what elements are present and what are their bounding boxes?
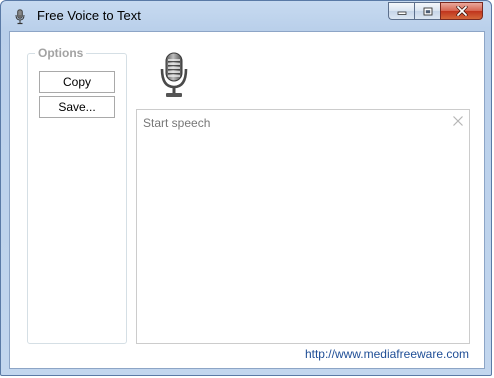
window-title: Free Voice to Text: [37, 8, 141, 23]
speech-text-area[interactable]: Start speech: [136, 109, 470, 344]
minimize-button[interactable]: [388, 2, 414, 20]
clear-icon[interactable]: [453, 116, 463, 126]
close-button[interactable]: [440, 2, 483, 20]
maximize-button[interactable]: [414, 2, 440, 20]
options-legend: Options: [35, 46, 87, 60]
title-bar[interactable]: Free Voice to Text: [1, 1, 491, 31]
options-group: Options Copy Save...: [27, 46, 127, 344]
minimize-icon: [397, 11, 406, 15]
microphone-icon[interactable]: [158, 51, 190, 99]
client-area: Options Copy Save... Start speech http:/…: [9, 31, 485, 369]
speech-placeholder: Start speech: [143, 116, 211, 130]
copy-button[interactable]: Copy: [39, 71, 115, 93]
save-button[interactable]: Save...: [39, 96, 115, 118]
microphone-icon: [15, 9, 25, 25]
app-window: Free Voice to Text Options Copy Save... …: [0, 0, 492, 376]
maximize-icon: [423, 7, 432, 15]
close-icon: [455, 6, 468, 16]
website-link[interactable]: http://www.mediafreeware.com: [305, 347, 469, 361]
caption-buttons: [388, 2, 483, 20]
